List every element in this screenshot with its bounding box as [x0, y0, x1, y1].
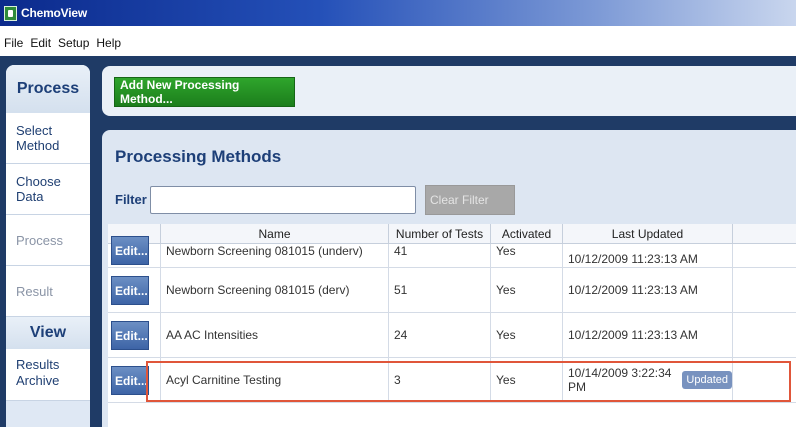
- cell-name: Newborn Screening 081015 (underv): [160, 244, 388, 267]
- cell-activated: Yes: [490, 268, 562, 312]
- sidebar-item-select-method[interactable]: Select Method: [6, 113, 90, 164]
- panel-title: Processing Methods: [115, 147, 282, 166]
- column-header-activated[interactable]: Activated: [490, 224, 562, 244]
- menu-bar: File Edit Setup Help: [0, 30, 796, 56]
- cell-spare: [732, 358, 796, 402]
- cell-name: Newborn Screening 081015 (derv): [160, 268, 388, 312]
- cell-tests: 3: [388, 358, 490, 402]
- sidebar-item-choose-data[interactable]: Choose Data: [6, 164, 90, 215]
- cell-activated: Yes: [490, 244, 562, 267]
- table-row[interactable]: Edit... Newborn Screening 081015 (underv…: [108, 236, 796, 268]
- cell-spare: [732, 244, 796, 267]
- cell-last-updated: 10/12/2009 11:23:13 AM: [562, 313, 732, 357]
- table-row[interactable]: Edit... AA AC Intensities 24 Yes 10/12/2…: [108, 313, 796, 358]
- cell-last-updated: 10/12/2009 11:23:13 AM: [562, 244, 732, 267]
- column-header-tests[interactable]: Number of Tests: [388, 224, 490, 244]
- sidebar-header-process: Process: [6, 65, 90, 113]
- cell-activated: Yes: [490, 358, 562, 402]
- column-header-spare: [732, 224, 796, 244]
- cell-name: AA AC Intensities: [160, 313, 388, 357]
- cell-spare: [732, 313, 796, 357]
- add-processing-method-button[interactable]: Add New Processing Method...: [114, 77, 295, 107]
- cell-activated: Yes: [490, 313, 562, 357]
- sidebar-header-view: View: [6, 317, 90, 349]
- table-header: Name Number of Tests Activated Last Upda…: [108, 224, 796, 244]
- filter-label: Filter: [115, 192, 147, 207]
- app-logo-icon: [4, 5, 17, 21]
- cell-spare: [732, 268, 796, 312]
- sidebar-item-result: Result: [6, 266, 90, 317]
- cell-tests: 41: [388, 244, 490, 267]
- cell-tests: 24: [388, 313, 490, 357]
- table-row[interactable]: Edit... Acyl Carnitine Testing 3 Yes 10/…: [108, 358, 796, 403]
- menu-help[interactable]: Help: [96, 36, 121, 50]
- edit-button[interactable]: Edit...: [111, 321, 149, 350]
- cell-tests: 51: [388, 268, 490, 312]
- updated-badge: Updated: [682, 371, 732, 389]
- edit-button[interactable]: Edit...: [111, 236, 149, 265]
- results-archive-label: Results Archive: [16, 357, 60, 388]
- sidebar-item-process: Process: [6, 215, 90, 266]
- sidebar-item-results-archive[interactable]: Results Archive: [6, 349, 90, 401]
- column-header-name[interactable]: Name: [160, 224, 388, 244]
- edit-button[interactable]: Edit...: [111, 366, 149, 395]
- column-header-last-updated[interactable]: Last Updated: [562, 224, 732, 244]
- clear-filter-button: Clear Filter: [425, 185, 515, 215]
- window-titlebar: ChemoView: [0, 0, 796, 26]
- window-title: ChemoView: [21, 6, 87, 20]
- filter-input[interactable]: [150, 186, 416, 214]
- edit-button[interactable]: Edit...: [111, 276, 149, 305]
- processing-methods-panel: Processing Methods Filter Clear Filter N…: [102, 130, 796, 427]
- sidebar: Process Select Method Choose Data Proces…: [6, 65, 90, 427]
- table-row[interactable]: Edit... Newborn Screening 081015 (derv) …: [108, 268, 796, 313]
- methods-table: Name Number of Tests Activated Last Upda…: [108, 224, 796, 427]
- menu-edit[interactable]: Edit: [30, 36, 51, 50]
- toolbar-panel: Add New Processing Method...: [102, 66, 796, 116]
- cell-name: Acyl Carnitine Testing: [160, 358, 388, 402]
- menu-file[interactable]: File: [4, 36, 23, 50]
- menu-setup[interactable]: Setup: [58, 36, 89, 50]
- cell-last-updated: 10/12/2009 11:23:13 AM: [562, 268, 732, 312]
- cell-last-updated: 10/14/2009 3:22:34 PM Updated: [562, 358, 732, 402]
- last-updated-text: 10/14/2009 3:22:34 PM: [568, 366, 672, 394]
